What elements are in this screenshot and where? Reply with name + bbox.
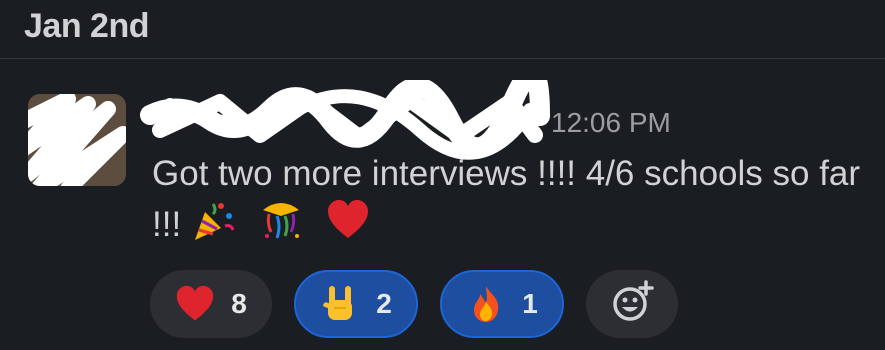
confetti-ball-icon [259, 198, 303, 255]
avatar[interactable] [28, 94, 126, 186]
sign-of-the-horns-icon [320, 284, 360, 324]
red-heart-icon [175, 284, 215, 324]
message-timestamp[interactable]: 12:06 PM [551, 106, 671, 140]
add-reaction-icon [610, 279, 654, 329]
reaction-count: 2 [376, 288, 392, 319]
add-reaction-button[interactable] [586, 270, 678, 338]
red-heart-icon [326, 198, 370, 255]
reaction-sign-of-the-horns[interactable]: 2 [294, 270, 418, 338]
reaction-fire[interactable]: 1 [440, 270, 564, 338]
reaction-red-heart[interactable]: 8 [150, 270, 272, 338]
redacted-username[interactable] [140, 80, 550, 160]
reaction-count: 1 [522, 288, 538, 319]
message-pane: Jan 2nd 12:06 PM Got two more interviews… [0, 0, 885, 350]
message-body: Got two more interviews !!!! 4/6 schools… [152, 150, 872, 255]
fire-icon [466, 284, 506, 324]
party-popper-icon [191, 198, 235, 255]
reaction-bar: 8 2 1 [150, 270, 678, 338]
reaction-count: 8 [231, 288, 247, 319]
date-divider-line [0, 58, 885, 59]
date-divider-label[interactable]: Jan 2nd [24, 6, 149, 46]
